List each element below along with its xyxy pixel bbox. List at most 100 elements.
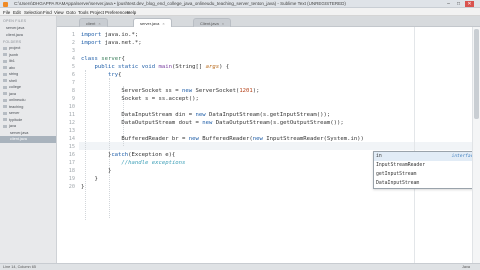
menu-help[interactable]: Help (127, 10, 136, 15)
line-number: 18 (68, 168, 75, 174)
folder-label: jsonb (9, 52, 19, 57)
menu-file[interactable]: File (3, 10, 10, 15)
code-line: DataInputStream din = new DataInputStrea… (81, 112, 331, 118)
menu-tools[interactable]: Tools (78, 10, 89, 15)
folder-label: teaching (9, 104, 24, 109)
folder-icon (3, 105, 7, 108)
close-icon[interactable]: × (98, 21, 100, 26)
tab-client[interactable]: client × (79, 18, 108, 27)
code-line: public static void main(String[] args) { (94, 64, 230, 70)
file-item-selected[interactable]: client.java (0, 136, 56, 143)
autocomplete-label: getInputStream (376, 172, 417, 177)
folder-label: onlineudu (9, 98, 26, 102)
open-file-label: server.java (6, 26, 25, 30)
code-line: }catch(Exception e){ (81, 152, 176, 158)
menu-project[interactable]: Project (90, 10, 104, 15)
line-number: 11 (68, 112, 75, 118)
vertical-scrollbar[interactable] (472, 27, 480, 263)
menu-find[interactable]: Find (43, 10, 52, 15)
folder-label: server (9, 111, 20, 115)
autocomplete-popup: in interface InputStreamReader getInputSt… (373, 151, 479, 189)
folder-label: java (9, 124, 16, 128)
menu-edit[interactable]: Edit (13, 10, 21, 15)
folder-icon (3, 79, 7, 82)
folder-label: college (9, 85, 22, 89)
current-line-highlight (57, 142, 472, 150)
open-files-header: OPEN FILES (3, 19, 27, 23)
file-label: server.java (10, 130, 29, 135)
autocomplete-item[interactable]: DataInputStream (374, 179, 478, 188)
tab-label: server.java (140, 21, 160, 26)
line-number: 17 (68, 160, 75, 166)
minimize-button[interactable]: – (444, 1, 453, 7)
folders-header: FOLDERS (3, 40, 22, 44)
folder-icon (3, 46, 7, 50)
line-number: 8 (71, 88, 75, 94)
line-number: 5 (71, 64, 75, 70)
menu-bar: File Edit Selection Find View Goto Tools… (0, 8, 480, 16)
folder-label: abc (9, 65, 16, 70)
folder-icon (3, 98, 7, 102)
folder-label: lib1 (9, 59, 15, 63)
folder-icon (3, 53, 7, 56)
autocomplete-label: in (376, 154, 382, 159)
line-number: 15 (68, 144, 75, 150)
code-line: } (81, 176, 98, 182)
code-line: import java.io.*; (81, 32, 139, 38)
autocomplete-item[interactable]: in interface (374, 152, 478, 161)
code-editor[interactable]: 1 2 3 4 5 6 7 8 9 10 11 12 13 14 15 16 1… (57, 27, 472, 263)
code-line: BufferedReader br = new BufferedReader(n… (81, 136, 364, 142)
tab-client-java[interactable]: Client.java × (193, 18, 232, 27)
line-number: 1 (71, 32, 75, 38)
column-ruler (414, 27, 415, 263)
folder-label: typitude (9, 117, 23, 122)
sidebar: OPEN FILES server.java client.java FOLDE… (0, 16, 57, 263)
open-file-label: client.java (6, 32, 23, 37)
folder-icon (3, 118, 7, 121)
menu-view[interactable]: View (54, 10, 64, 15)
line-number: 10 (68, 104, 75, 110)
code-line: ServerSocket ss = new ServerSocket(1201)… (81, 88, 260, 94)
maximize-button[interactable]: □ (454, 1, 463, 7)
line-number: 6 (71, 72, 75, 78)
line-number: 14 (68, 136, 75, 142)
open-file-item[interactable]: client.java (0, 32, 56, 39)
code-line: DataOutputStream dout = new DataOutputSt… (81, 120, 344, 126)
folder-label: java (9, 91, 16, 96)
line-number: 7 (71, 80, 75, 86)
folder-label: project (9, 46, 21, 50)
close-icon[interactable]: × (162, 21, 164, 26)
menu-preferences[interactable]: Preferences (105, 10, 129, 15)
close-icon[interactable]: × (222, 21, 224, 26)
autocomplete-label: DataInputStream (376, 181, 420, 186)
autocomplete-item[interactable]: InputStreamReader (374, 161, 478, 170)
close-button[interactable]: ✕ (465, 1, 474, 7)
folder-icon (3, 66, 7, 69)
status-bar: Line 14, Column 65 Java (0, 263, 480, 270)
scroll-thumb[interactable] (474, 29, 479, 119)
autocomplete-item[interactable]: getInputStream (374, 170, 478, 179)
menu-selection[interactable]: Selection (24, 10, 43, 15)
autocomplete-label: InputStreamReader (376, 163, 426, 168)
line-number: 3 (71, 48, 75, 54)
code-line: } (81, 184, 85, 190)
line-number-gutter: 1 2 3 4 5 6 7 8 9 10 11 12 13 14 15 16 1… (57, 27, 79, 263)
window-title: C:\Users\DHGAPPA RAMAppa\server\server.j… (14, 1, 346, 6)
code-line: Socket s = ss.accept(); (81, 96, 199, 102)
folder-icon (3, 85, 7, 89)
line-number: 4 (71, 56, 75, 62)
folder-icon (3, 59, 7, 63)
syntax-mode[interactable]: Java (462, 265, 470, 269)
folder-icon (3, 111, 7, 115)
menu-goto[interactable]: Goto (66, 10, 76, 15)
tab-server-java[interactable]: server.java × (133, 18, 172, 27)
line-number: 9 (71, 96, 75, 102)
folder-icon (3, 92, 7, 95)
title-bar: C:\Users\DHGAPPA RAMAppa\server\server.j… (0, 0, 480, 8)
line-number: 20 (68, 184, 75, 190)
line-number: 16 (68, 152, 75, 158)
code-line: try{ (107, 72, 122, 78)
code-line: class server{ (81, 56, 125, 62)
cursor-position: Line 14, Column 65 (3, 265, 36, 269)
folder-label: shell (9, 78, 17, 83)
